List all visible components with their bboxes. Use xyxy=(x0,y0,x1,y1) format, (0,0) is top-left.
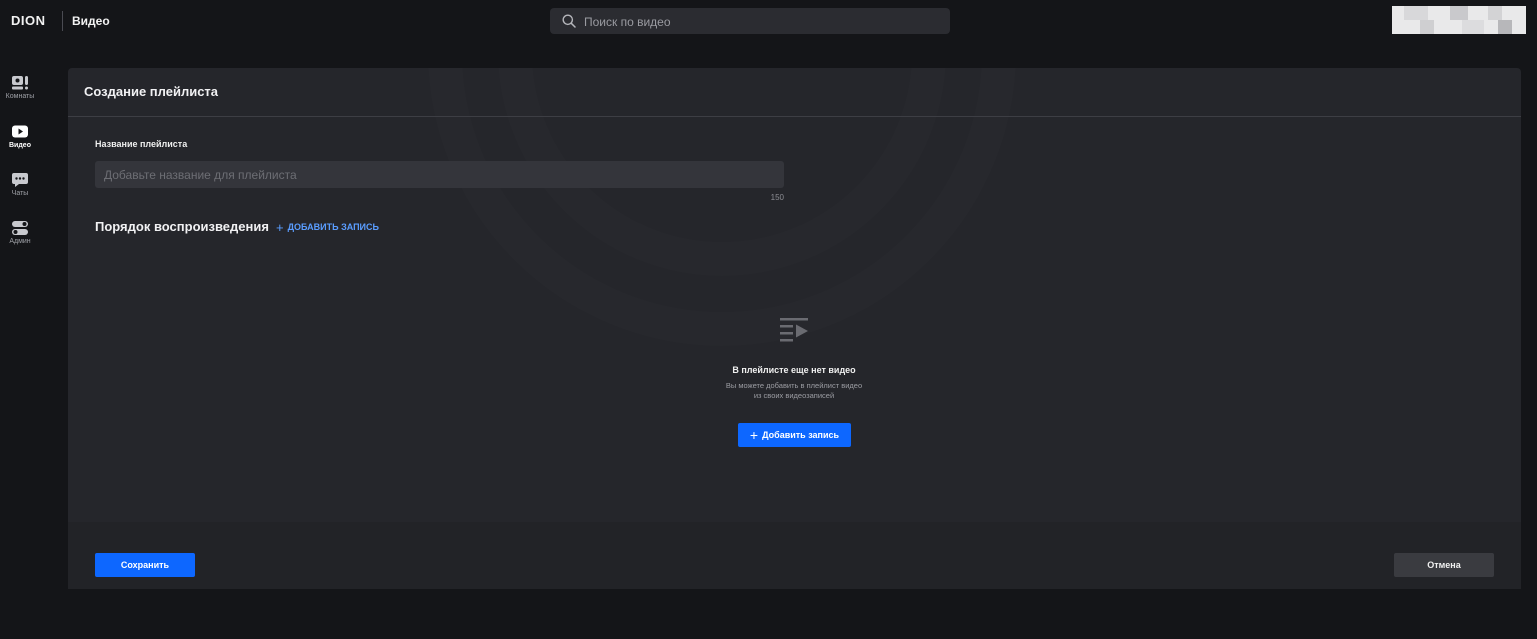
section-title: Видео xyxy=(72,14,110,28)
panel-footer: Сохранить Отмена xyxy=(68,522,1521,589)
save-button[interactable]: Сохранить xyxy=(95,553,195,577)
page-title: Создание плейлиста xyxy=(84,84,219,99)
app-logo[interactable]: DION xyxy=(11,13,46,28)
sidebar-item-label: Комнаты xyxy=(5,93,35,100)
chat-bubble-icon xyxy=(0,172,40,188)
rooms-icon xyxy=(0,75,40,91)
empty-state-description: Вы можете добавить в плейлист видео из с… xyxy=(644,381,944,401)
playlist-name-label: Название плейлиста xyxy=(95,139,188,149)
empty-state-line: Вы можете добавить в плейлист видео xyxy=(725,381,863,390)
sidebar-item-admin[interactable]: Админ xyxy=(0,220,40,260)
plus-icon: + xyxy=(749,427,759,443)
playlist-icon xyxy=(779,317,811,348)
logo-divider xyxy=(62,11,63,31)
sidebar-item-chats[interactable]: Чаты xyxy=(0,172,40,212)
char-counter: 150 xyxy=(770,193,784,202)
sidebar-item-label: Чаты xyxy=(11,190,29,197)
video-play-icon xyxy=(0,124,40,140)
sidebar-item-video[interactable]: Видео xyxy=(0,124,40,164)
playback-order-title: Порядок воспроизведения xyxy=(95,219,269,234)
create-playlist-panel: Создание плейлиста Название плейлиста 15… xyxy=(68,68,1521,589)
add-entry-button[interactable]: + Добавить запись xyxy=(738,423,851,447)
cancel-button[interactable]: Отмена xyxy=(1394,553,1494,577)
add-entry-link[interactable]: + ДОБАВИТЬ ЗАПИСЬ xyxy=(276,219,379,235)
add-entry-link-label: ДОБАВИТЬ ЗАПИСЬ xyxy=(287,222,379,232)
playlist-name-input[interactable] xyxy=(95,161,784,188)
search-icon xyxy=(562,14,576,33)
empty-state-line: из своих видеозаписей xyxy=(753,391,835,400)
search-bar[interactable] xyxy=(550,8,950,36)
search-input[interactable] xyxy=(582,8,946,36)
sidebar-item-label: Видео xyxy=(9,142,31,149)
sidebar-item-label: Админ xyxy=(9,238,31,245)
top-bar: DION Видео xyxy=(0,0,1537,42)
user-profile-blurred[interactable] xyxy=(1392,6,1526,34)
sidebar-item-rooms[interactable]: Комнаты xyxy=(0,75,40,115)
admin-toggle-icon xyxy=(0,220,40,236)
empty-state-title: В плейлисте еще нет видео xyxy=(732,365,856,375)
plus-icon: + xyxy=(276,219,284,235)
panel-header: Создание плейлиста xyxy=(68,68,1521,117)
add-entry-button-label: Добавить запись xyxy=(762,430,840,440)
